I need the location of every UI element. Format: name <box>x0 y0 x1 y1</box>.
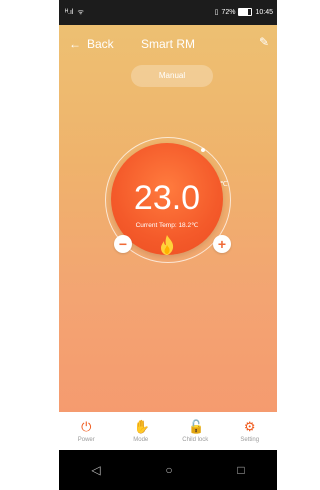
pencil-icon: ✎ <box>258 35 269 49</box>
power-label: Power <box>77 436 95 443</box>
child-lock-tab[interactable]: 🔓 Child lock <box>168 412 223 450</box>
system-nav-bar: ◁ ○ □ <box>59 450 277 490</box>
power-tab[interactable]: ⏻ Power <box>59 412 114 450</box>
clock: 10:45 <box>255 8 273 16</box>
dial-handle[interactable] <box>201 148 205 152</box>
nav-back-button[interactable]: ◁ <box>91 463 100 477</box>
vibrate-icon: ▯ <box>214 9 219 16</box>
battery-icon <box>238 8 253 16</box>
hand-icon: ✋ <box>133 418 150 434</box>
status-left: ᴴ.ıl ᯤ <box>65 8 84 17</box>
status-right: ▯ 72% 10:45 <box>215 8 273 16</box>
mode-badge[interactable]: Manual <box>131 65 213 87</box>
nav-recent-button[interactable]: □ <box>237 463 244 477</box>
top-nav: ← Back Smart RM ✎ <box>59 25 277 61</box>
bottom-toolbar: ⏻ Power ✋ Mode 🔓 Child lock ⚙ Setting <box>59 412 277 450</box>
battery-text: 72% <box>221 8 236 16</box>
mode-label: Mode <box>133 436 149 443</box>
unlock-icon: 🔓 <box>188 418 205 434</box>
set-temperature: 23.0 <box>133 179 201 217</box>
nav-home-button[interactable]: ○ <box>165 463 172 477</box>
status-bar: ᴴ.ıl ᯤ ▯ 72% 10:45 <box>59 0 277 25</box>
current-temperature: Current Temp: 18.2℃ <box>135 222 199 229</box>
temperature-unit: ℃ <box>220 181 228 188</box>
increase-temp-button[interactable]: + <box>213 235 231 253</box>
power-icon: ⏻ <box>81 418 92 434</box>
flame-icon <box>161 235 174 255</box>
setting-label: Setting <box>240 436 260 443</box>
decrease-temp-button[interactable]: − <box>114 235 132 253</box>
app-content: ← Back Smart RM ✎ Manual 23.0 ℃ Current … <box>59 25 277 412</box>
child-lock-label: Child lock <box>182 436 209 443</box>
page-title: Smart RM <box>141 37 195 51</box>
setting-tab[interactable]: ⚙ Setting <box>223 412 278 450</box>
wifi-icon: ᯤ <box>77 9 84 16</box>
signal-icon: ᴴ.ıl <box>65 9 74 16</box>
edit-button[interactable]: ✎ <box>259 35 269 49</box>
mode-tab[interactable]: ✋ Mode <box>114 412 169 450</box>
gear-icon: ⚙ <box>243 418 256 434</box>
phone-screen: ᴴ.ıl ᯤ ▯ 72% 10:45 ← Back Smart RM ✎ Man… <box>59 0 277 490</box>
